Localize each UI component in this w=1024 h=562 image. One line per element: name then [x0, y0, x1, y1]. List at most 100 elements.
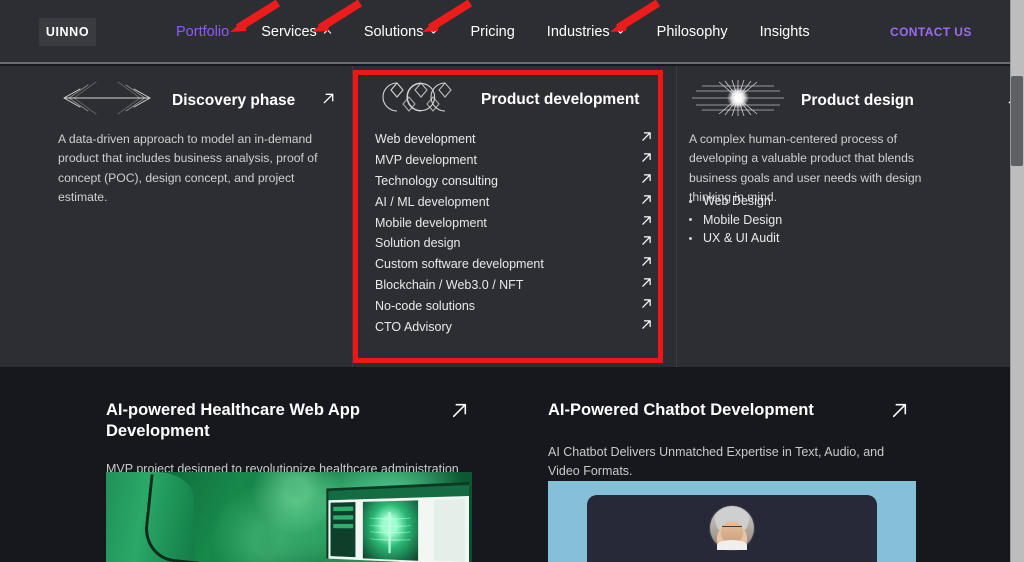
product-development-item-label: Mobile development	[375, 215, 487, 230]
scrollbar-thumb[interactable]	[1011, 76, 1023, 166]
laptop-sidebar	[330, 502, 356, 557]
arrow-up-right-icon[interactable]	[640, 130, 653, 148]
product-development-link-list: Web development MVP development Technology…	[375, 129, 653, 337]
product-development-item-label: Blockchain / Web3.0 / NFT	[375, 277, 524, 292]
discovery-phase-title: Discovery phase	[172, 91, 296, 109]
product-development-item-5[interactable]: Solution design	[375, 233, 653, 254]
nav-item-industries[interactable]: Industries	[531, 0, 641, 64]
arrow-up-right-icon[interactable]	[640, 297, 653, 315]
arrow-up-right-icon[interactable]	[640, 193, 653, 211]
nav-item-pricing[interactable]: Pricing	[454, 0, 530, 64]
laptop-right-panel	[433, 499, 466, 562]
arrow-up-right-icon[interactable]	[450, 401, 469, 425]
case-subtitle-chatbot: AI Chatbot Delivers Unmatched Expertise …	[548, 444, 885, 478]
product-development-item-label: No-code solutions	[375, 298, 476, 313]
case-card-healthcare[interactable]: AI-powered Healthcare Web App Developmen…	[106, 367, 486, 562]
bullet-dot-icon	[689, 199, 692, 203]
chevron-down-icon	[616, 27, 625, 36]
product-design-bullet-0[interactable]: Web Design	[689, 192, 934, 211]
arrow-up-right-icon[interactable]	[640, 172, 653, 190]
starburst-icon	[689, 79, 787, 121]
menu-column-discovery-phase: Discovery phase A data-driven approach t…	[0, 66, 352, 367]
arrow-up-right-icon[interactable]	[640, 151, 653, 169]
main-navigation: Portfolio Services Solutions Pricing Ind…	[160, 0, 826, 64]
xray-image	[362, 500, 419, 561]
nav-label-solutions: Solutions	[363, 24, 424, 40]
arrow-up-right-icon[interactable]	[640, 234, 653, 252]
product-design-header[interactable]: Product design	[676, 66, 1019, 121]
arrow-up-right-icon[interactable]	[640, 255, 653, 273]
video-call-panel	[586, 494, 878, 562]
avatar	[709, 506, 754, 551]
nav-label-insights: Insights	[759, 24, 810, 40]
uinno-logo[interactable]: UINNO	[39, 18, 96, 46]
browser-viewport: UINNO Portfolio Services Solutions Prici…	[0, 0, 1024, 562]
site-header: UINNO Portfolio Services Solutions Prici…	[0, 0, 1010, 64]
product-design-bullet-1[interactable]: Mobile Design	[689, 211, 934, 230]
product-design-bullet-label: UX & UI Audit	[703, 231, 780, 246]
nav-item-solutions[interactable]: Solutions	[348, 0, 455, 64]
product-development-item-label: Web development	[375, 132, 476, 147]
product-development-item-label: MVP development	[375, 153, 477, 168]
arrow-up-right-icon[interactable]	[890, 401, 909, 425]
stethoscope-shape	[141, 474, 210, 562]
page-scrollbar[interactable]	[1010, 0, 1024, 562]
linked-rings-icon	[375, 80, 467, 119]
bullet-dot-icon	[689, 236, 692, 240]
product-design-bullet-label: Mobile Design	[703, 212, 783, 227]
nav-item-insights[interactable]: Insights	[744, 0, 826, 64]
laptop-screen-shape	[325, 481, 469, 562]
product-development-item-6[interactable]: Custom software development	[375, 254, 653, 275]
arrow-up-right-icon[interactable]	[640, 318, 653, 336]
chevron-up-icon	[323, 27, 332, 36]
nav-label-services: Services	[261, 24, 317, 40]
product-development-item-7[interactable]: Blockchain / Web3.0 / NFT	[375, 275, 653, 296]
menu-column-product-development: Product development Web development MVP d…	[352, 66, 676, 367]
contact-us-label: CONTACT US	[890, 25, 972, 39]
product-design-bullet-list: Web Design Mobile Design UX & UI Audit	[689, 192, 934, 248]
product-development-item-label: CTO Advisory	[375, 319, 452, 334]
nav-item-portfolio[interactable]: Portfolio	[160, 0, 245, 64]
nav-label-pricing: Pricing	[470, 24, 515, 40]
product-development-item-0[interactable]: Web development	[375, 129, 653, 150]
product-development-item-label: Solution design	[375, 236, 461, 251]
discovery-phase-description: A data-driven approach to model an in-de…	[58, 132, 318, 204]
product-development-header[interactable]: Product development	[352, 66, 676, 119]
case-thumbnail-chatbot[interactable]	[548, 481, 916, 562]
nav-item-philosophy[interactable]: Philosophy	[641, 0, 744, 64]
services-mega-menu: Discovery phase A data-driven approach t…	[0, 66, 1019, 367]
product-development-item-3[interactable]: AI / ML development	[375, 191, 653, 212]
arrow-up-right-icon[interactable]	[640, 214, 653, 232]
product-development-title: Product development	[481, 90, 640, 108]
bullet-dot-icon	[689, 218, 692, 222]
arrow-up-right-icon[interactable]	[321, 91, 336, 111]
case-title-healthcare: AI-powered Healthcare Web App Developmen…	[106, 401, 360, 440]
product-development-item-1[interactable]: MVP development	[375, 150, 653, 171]
product-development-item-8[interactable]: No-code solutions	[375, 295, 653, 316]
product-development-item-label: AI / ML development	[375, 194, 490, 209]
product-development-item-label: Custom software development	[375, 257, 544, 272]
product-design-bullet-2[interactable]: UX & UI Audit	[689, 229, 934, 248]
product-design-bullet-label: Web Design	[703, 194, 771, 209]
product-design-title: Product design	[801, 91, 914, 109]
nav-label-industries: Industries	[546, 24, 610, 40]
nav-label-philosophy: Philosophy	[656, 24, 728, 40]
logo-text: UINNO	[45, 25, 90, 39]
portfolio-cases-section: AI-powered Healthcare Web App Developmen…	[0, 367, 1010, 562]
product-development-item-9[interactable]: CTO Advisory	[375, 316, 653, 337]
product-development-item-label: Technology consulting	[375, 173, 498, 188]
discovery-phase-header[interactable]: Discovery phase	[0, 66, 352, 121]
arrow-up-right-icon[interactable]	[640, 276, 653, 294]
product-development-item-4[interactable]: Mobile development	[375, 212, 653, 233]
laptop-topbar	[328, 484, 469, 501]
nav-label-portfolio: Portfolio	[176, 24, 230, 40]
contact-us-button[interactable]: CONTACT US	[890, 0, 972, 64]
case-card-chatbot[interactable]: AI-Powered Chatbot Development AI Chatbo…	[548, 367, 928, 562]
case-title-chatbot: AI-Powered Chatbot Development	[548, 401, 814, 419]
double-arrow-icon	[58, 80, 156, 121]
nav-item-services[interactable]: Services	[245, 0, 348, 64]
menu-column-product-design: Product design A complex human-centered …	[676, 66, 1019, 367]
case-thumbnail-healthcare[interactable]	[106, 472, 472, 562]
chevron-down-icon	[429, 27, 438, 36]
product-development-item-2[interactable]: Technology consulting	[375, 171, 653, 192]
